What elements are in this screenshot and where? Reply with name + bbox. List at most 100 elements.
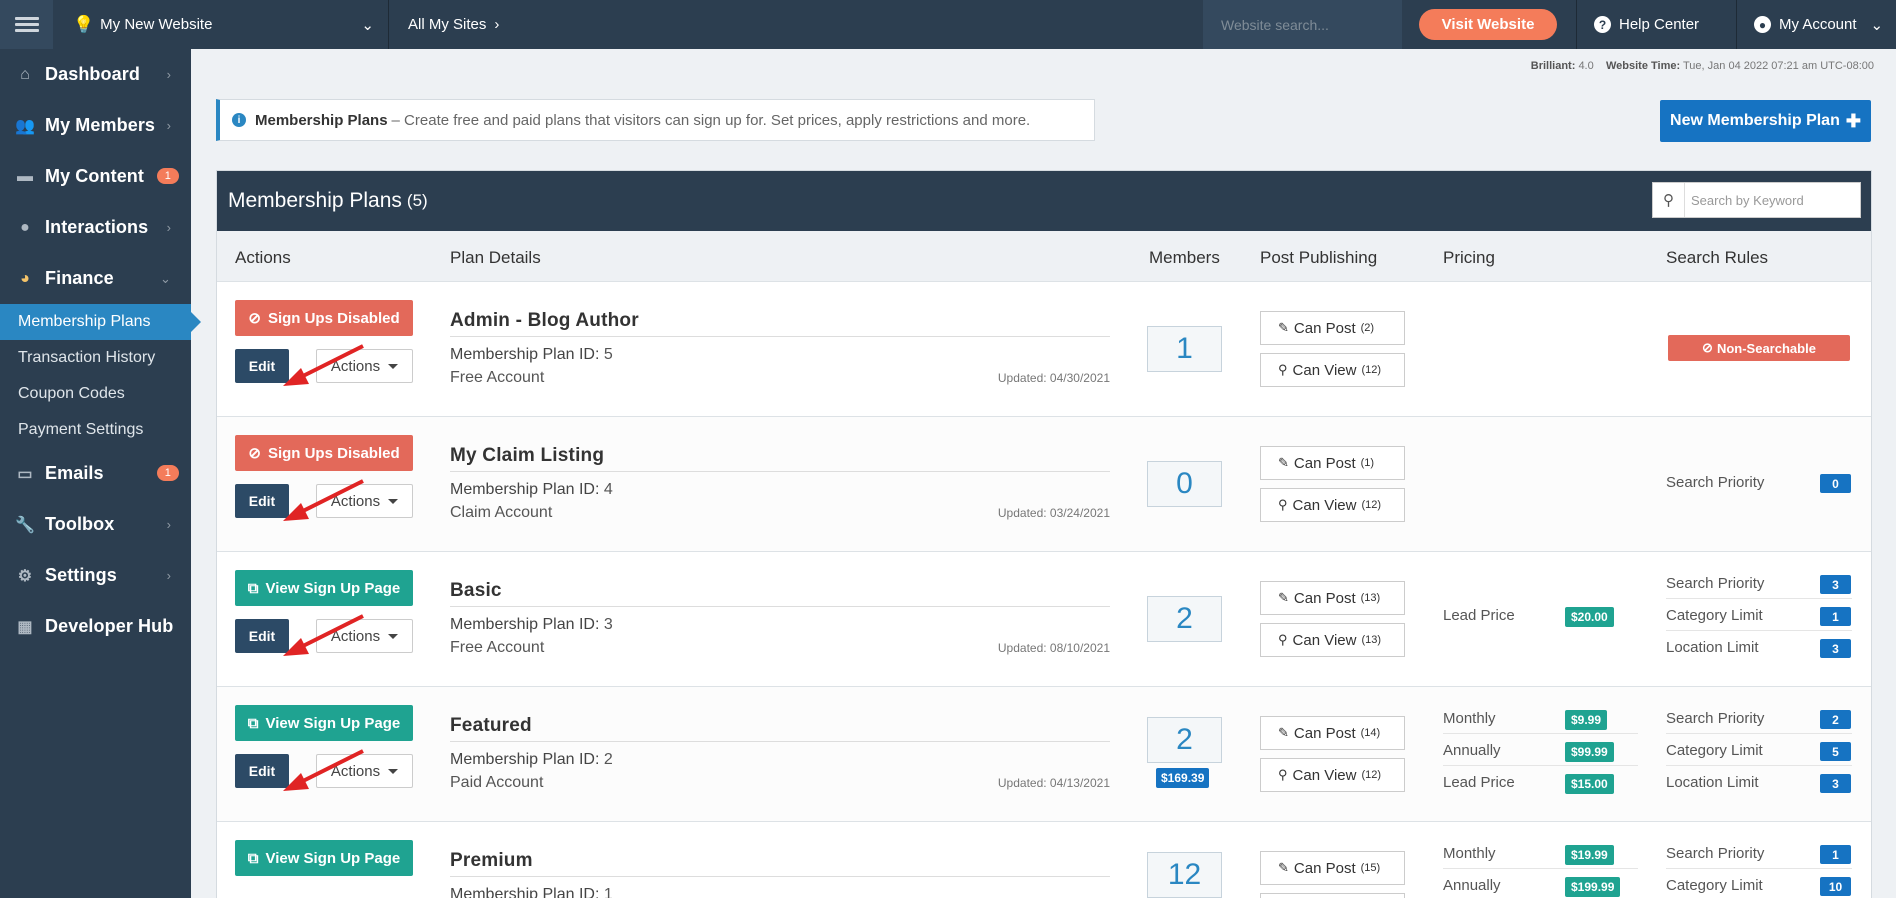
view-sign-up-page-button[interactable]: ⧉ View Sign Up Page (235, 840, 413, 876)
chevron-right-icon: › (166, 67, 171, 82)
divider (1666, 630, 1852, 631)
main-content: Brilliant: 4.0 Website Time: Tue, Jan 04… (191, 49, 1896, 898)
search-rule-label: Search Priority (1666, 575, 1765, 592)
plan-id-label: Membership Plan ID: (450, 751, 600, 768)
sidebar-item-finance[interactable]: ◕ Finance ⌄ (0, 253, 191, 304)
member-count[interactable]: 12 (1147, 852, 1222, 898)
can-post-button[interactable]: ✎ Can Post (2) (1260, 311, 1405, 345)
member-count[interactable]: 2 (1147, 717, 1222, 763)
sidebar-item-interactions[interactable]: ● Interactions › (0, 202, 191, 253)
keyword-search-input[interactable]: ⚲ Search by Keyword (1652, 182, 1861, 218)
plan-id-label: Membership Plan ID: (450, 346, 600, 363)
divider (450, 336, 1110, 337)
plan-id-value: 2 (603, 751, 613, 768)
member-count[interactable]: 0 (1147, 461, 1222, 507)
notification-badge: 1 (156, 168, 179, 184)
new-plan-label: New Membership Plan (1670, 112, 1840, 129)
divider (1666, 598, 1852, 599)
divider (1666, 868, 1852, 869)
view-sign-up-page-button[interactable]: ⧉ View Sign Up Page (235, 705, 413, 741)
sidebar-item-settings[interactable]: ⚙ Settings › (0, 550, 191, 601)
table-row: ⧉ View Sign Up Page Edit Actions Basic Me… (217, 552, 1871, 687)
all-sites-link[interactable]: All My Sites › (390, 0, 510, 49)
edit-icon: ✎ (1278, 455, 1289, 470)
can-view-button[interactable]: ⚲ Can View (12) (1260, 488, 1405, 522)
sidebar-subitem-payment-settings[interactable]: Payment Settings (0, 412, 191, 448)
sidebar-item-dashboard[interactable]: ⌂ Dashboard › (0, 49, 191, 100)
can-post-button[interactable]: ✎ Can Post (14) (1260, 716, 1405, 750)
plan-id-value: 5 (603, 346, 613, 363)
member-count[interactable]: 1 (1147, 326, 1222, 372)
can-view-button[interactable]: ⚲ Can View (12) (1260, 353, 1405, 387)
search-rule-label: Search Priority (1666, 710, 1765, 727)
view-sign-up-page-button[interactable]: ⧉ View Sign Up Page (235, 570, 413, 606)
can-post-button[interactable]: ✎ Can Post (13) (1260, 581, 1405, 615)
plan-name: Featured (450, 715, 532, 736)
sidebar-item-my-members[interactable]: 👥 My Members › (0, 100, 191, 151)
sidebar-item-my-content[interactable]: ▬ My Content 1 (0, 151, 191, 202)
website-search-input[interactable]: Website search... (1203, 0, 1402, 49)
can-view-button[interactable]: ⚲ Can View (12) (1260, 758, 1405, 792)
can-post-label: Can Post (1293, 319, 1356, 337)
plan-id: Membership Plan ID: 2 (450, 751, 613, 769)
annotation-arrow-icon (283, 614, 364, 656)
sidebar-subitem-membership-plans[interactable]: Membership Plans (0, 304, 201, 340)
sidebar-item-label: My Members (45, 115, 156, 135)
new-membership-plan-button[interactable]: New Membership Plan ✚ (1660, 100, 1871, 142)
my-account-menu[interactable]: ● My Account ⌄ (1736, 0, 1896, 49)
can-view-button[interactable]: Can View (1260, 893, 1405, 898)
plan-id: Membership Plan ID: 1 (450, 886, 613, 898)
column-header-search-rules: Search Rules (1666, 248, 1769, 267)
external-link-icon: ⧉ (247, 579, 259, 597)
sidebar-item-emails[interactable]: ▭ Emails 1 (0, 448, 191, 499)
divider (450, 876, 1110, 877)
search-icon: ⚲ (1278, 362, 1288, 377)
updated-date: Updated: 04/30/2021 (997, 371, 1110, 385)
can-post-button[interactable]: ✎ Can Post (1) (1260, 446, 1405, 480)
sign-ups-disabled-button[interactable]: ⊘ Sign Ups Disabled (235, 300, 413, 336)
column-header-plan-details: Plan Details (450, 248, 541, 267)
sidebar-item-developer-hub[interactable]: ▦ Developer Hub (0, 601, 191, 652)
pricing-value: $99.99 (1565, 742, 1614, 762)
sidebar-item-label: Interactions (45, 217, 149, 237)
sign-ups-disabled-button[interactable]: ⊘ Sign Ups Disabled (235, 435, 413, 471)
can-view-count: (12) (1361, 769, 1382, 781)
menu-toggle-button[interactable] (0, 0, 53, 49)
chevron-right-icon: › (166, 568, 171, 583)
visit-website-button[interactable]: Visit Website (1419, 9, 1557, 40)
question-icon: ? (1594, 16, 1611, 33)
can-view-count: (12) (1361, 364, 1382, 376)
table-row: ⧉ View Sign Up Page Premium Membership Pl… (217, 822, 1871, 898)
search-rule-label: Search Priority (1666, 845, 1765, 862)
sidebar-item-label: Developer Hub (45, 616, 174, 636)
plan-id-label: Membership Plan ID: (450, 616, 600, 633)
search-icon: ⚲ (1653, 183, 1685, 217)
updated-date: Updated: 08/10/2021 (997, 641, 1110, 655)
can-view-count: (12) (1361, 499, 1382, 511)
member-count[interactable]: 2 (1147, 596, 1222, 642)
sidebar-item-label: Settings (45, 565, 117, 585)
users-icon: 👥 (14, 117, 36, 135)
sidebar-item-toolbox[interactable]: 🔧 Toolbox › (0, 499, 191, 550)
pricing-value: $20.00 (1565, 607, 1614, 627)
time-label: Website Time: (1605, 60, 1681, 72)
pricing-value: $19.99 (1565, 845, 1614, 865)
disabled-icon: ⊘ (248, 445, 261, 462)
folder-icon: ▬ (16, 167, 34, 185)
status-label: View Sign Up Page (265, 849, 401, 867)
can-view-button[interactable]: ⚲ Can View (13) (1260, 623, 1405, 657)
column-header-members: Members (1149, 248, 1220, 267)
sidebar-subitem-coupon-codes[interactable]: Coupon Codes (0, 376, 191, 412)
search-rule-label: Category Limit (1666, 742, 1763, 759)
sidebar-subitem-transaction-history[interactable]: Transaction History (0, 340, 191, 376)
can-post-button[interactable]: ✎ Can Post (15) (1260, 851, 1405, 885)
help-center-link[interactable]: ? Help Center (1576, 0, 1736, 49)
plan-id: Membership Plan ID: 4 (450, 481, 613, 499)
chevron-right-icon: › (166, 517, 171, 532)
site-selector[interactable]: 💡 My New Website ⌄ (53, 0, 389, 49)
plan-count: (5) (406, 191, 428, 210)
edit-icon: ✎ (1278, 725, 1289, 740)
annotation-arrow-icon (283, 479, 364, 521)
pricing-label: Annually (1443, 877, 1501, 894)
divider (1666, 765, 1852, 766)
